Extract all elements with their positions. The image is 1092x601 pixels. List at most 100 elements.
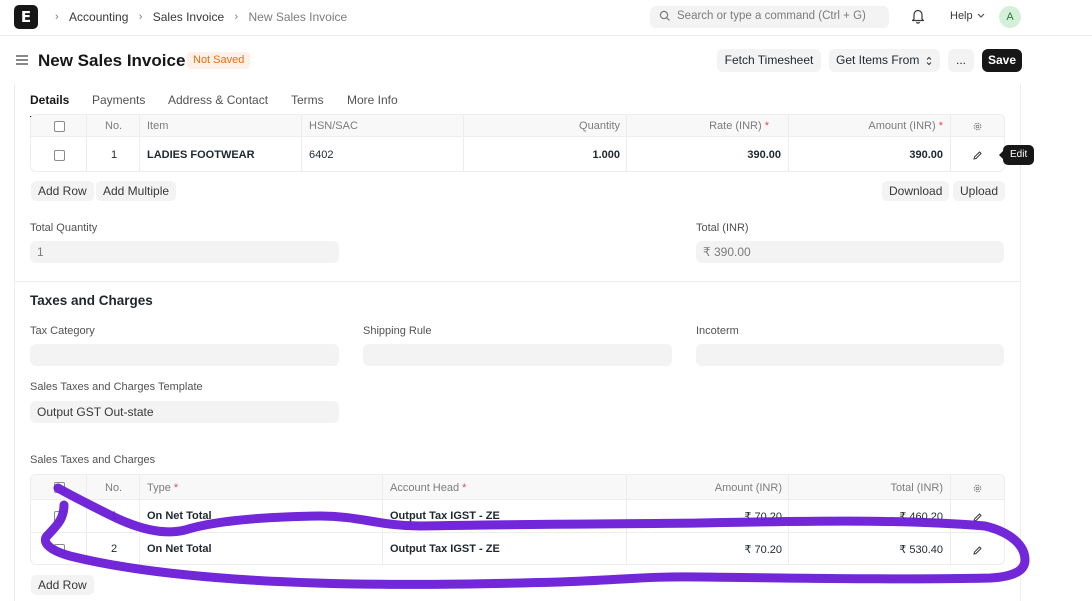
tab-address-contact[interactable]: Address & Contact [168, 93, 268, 107]
tax-total-cell: ₹ 460.20 [899, 511, 943, 523]
form-tabs: Details Payments Address & Contact Terms… [14, 84, 1021, 118]
fetch-timesheet-button[interactable]: Fetch Timesheet [717, 49, 821, 72]
tax-type-cell[interactable]: On Net Total [147, 510, 212, 522]
column-header-amount: Amount (INR) * [791, 120, 943, 132]
column-header-tax-total: Total (INR) [890, 482, 943, 494]
required-marker: * [938, 120, 943, 132]
chevron-right-icon: › [138, 10, 143, 23]
incoterm-field[interactable] [696, 344, 1004, 366]
edit-pencil-icon[interactable] [973, 513, 982, 522]
account-head-cell[interactable]: Output Tax IGST - ZE [390, 543, 500, 555]
add-multiple-button[interactable]: Add Multiple [96, 181, 177, 201]
column-header-tax-amount: Amount (INR) [714, 482, 782, 494]
chevron-updown-icon [926, 56, 932, 66]
breadcrumb-sales-invoice[interactable]: Sales Invoice [153, 10, 224, 24]
items-table: No. Item HSN/SAC Quantity Rate (INR) * A… [30, 114, 1005, 172]
get-items-from-label: Get Items From [836, 53, 920, 67]
notification-bell-icon[interactable] [911, 8, 925, 24]
row-no: 1 [111, 510, 118, 522]
hsn-cell[interactable]: 6402 [309, 149, 333, 161]
breadcrumb-current: New Sales Invoice [248, 9, 348, 24]
table-row[interactable]: 1 On Net Total Output Tax IGST - ZE ₹ 70… [31, 501, 1004, 533]
taxes-table: No. Type * Account Head * Amount (INR) T… [30, 474, 1005, 565]
top-navbar: E › Accounting › Sales Invoice › New Sal… [0, 0, 1092, 36]
chevron-down-icon[interactable] [977, 13, 985, 19]
taxes-template-field[interactable]: Output GST Out-state [30, 401, 339, 423]
select-all-checkbox[interactable] [54, 482, 65, 493]
get-items-from-dropdown[interactable]: Get Items From [829, 49, 940, 72]
help-menu[interactable]: Help [950, 10, 973, 22]
column-header-hsn: HSN/SAC [309, 120, 358, 132]
total-inr-label: Total (INR) [696, 222, 749, 234]
more-actions-button[interactable]: ... [948, 49, 974, 72]
column-header-no: No. [105, 482, 123, 494]
item-code-cell[interactable]: LADIES FOOTWEAR [147, 149, 255, 161]
avatar[interactable]: A [999, 6, 1021, 28]
row-no: 2 [111, 543, 118, 555]
breadcrumb: › Accounting › Sales Invoice › New Sales… [48, 9, 347, 24]
total-quantity-label: Total Quantity [30, 222, 98, 234]
edit-tooltip: Edit [998, 145, 1035, 165]
taxes-template-label: Sales Taxes and Charges Template [30, 381, 203, 393]
incoterm-label: Incoterm [696, 325, 739, 337]
required-marker: * [462, 482, 467, 494]
chevron-right-icon: › [234, 10, 239, 23]
table-row[interactable]: 2 On Net Total Output Tax IGST - ZE ₹ 70… [31, 534, 1004, 564]
tax-type-cell[interactable]: On Net Total [147, 543, 212, 555]
shipping-rule-field[interactable] [363, 344, 672, 366]
chevron-right-icon: › [55, 10, 59, 23]
tax-amount-cell: ₹ 70.20 [744, 511, 782, 523]
edit-pencil-icon[interactable] [973, 546, 982, 555]
add-row-button[interactable]: Add Row [31, 181, 94, 201]
add-tax-row-button[interactable]: Add Row [31, 575, 94, 595]
required-marker: * [173, 482, 179, 494]
taxes-section-title[interactable]: Taxes and Charges [30, 293, 153, 308]
edit-pencil-icon[interactable] [973, 151, 982, 160]
tax-category-label: Tax Category [30, 325, 95, 337]
required-marker: * [764, 120, 769, 132]
column-header-type: Type * [147, 482, 178, 494]
column-header-no: No. [105, 120, 123, 132]
column-settings-icon[interactable] [972, 121, 983, 132]
download-button[interactable]: Download [882, 181, 950, 201]
column-header-account: Account Head * [390, 482, 466, 494]
tax-total-cell: ₹ 530.40 [899, 544, 943, 556]
account-head-cell[interactable]: Output Tax IGST - ZE [390, 510, 500, 522]
app-logo-icon[interactable]: E [14, 5, 38, 29]
tax-amount-cell: ₹ 70.20 [744, 544, 782, 556]
search-placeholder: Search or type a command (Ctrl + G) [677, 10, 866, 22]
row-checkbox[interactable] [54, 150, 65, 161]
breadcrumb-accounting[interactable]: Accounting [69, 10, 128, 24]
taxes-table-label: Sales Taxes and Charges [30, 454, 156, 466]
sidebar-toggle-icon[interactable] [16, 55, 28, 65]
save-button[interactable]: Save [982, 49, 1022, 72]
section-divider [14, 281, 1021, 282]
search-input[interactable]: Search or type a command (Ctrl + G) [650, 6, 889, 28]
select-all-checkbox[interactable] [54, 121, 65, 132]
column-header-quantity: Quantity [579, 120, 620, 132]
row-checkbox[interactable] [54, 511, 65, 522]
tab-terms[interactable]: Terms [291, 93, 324, 107]
total-inr-field: ₹ 390.00 [696, 241, 1004, 263]
items-table-header: No. Item HSN/SAC Quantity Rate (INR) * A… [31, 115, 1004, 137]
tax-category-field[interactable] [30, 344, 339, 366]
column-header-item: Item [147, 120, 169, 132]
amount-header-text: Amount (INR) [868, 120, 936, 132]
column-settings-icon[interactable] [972, 483, 983, 494]
tab-payments[interactable]: Payments [92, 93, 145, 107]
table-row[interactable]: 1 LADIES FOOTWEAR 6402 1.000 390.00 390.… [31, 138, 1004, 171]
row-checkbox[interactable] [54, 544, 65, 555]
column-header-rate: Rate (INR) * [627, 120, 769, 132]
rate-cell[interactable]: 390.00 [627, 149, 781, 161]
status-badge: Not Saved [187, 52, 251, 69]
tab-details[interactable]: Details [30, 93, 69, 107]
upload-button[interactable]: Upload [953, 181, 1006, 201]
type-header-text: Type [147, 482, 171, 494]
tab-more-info[interactable]: More Info [347, 93, 398, 107]
total-quantity-field: 1 [30, 241, 339, 263]
rate-header-text: Rate (INR) [709, 120, 762, 132]
amount-cell: 390.00 [909, 149, 943, 161]
quantity-cell[interactable]: 1.000 [465, 149, 620, 161]
search-icon [659, 10, 670, 21]
page-title: New Sales Invoice [38, 51, 186, 70]
